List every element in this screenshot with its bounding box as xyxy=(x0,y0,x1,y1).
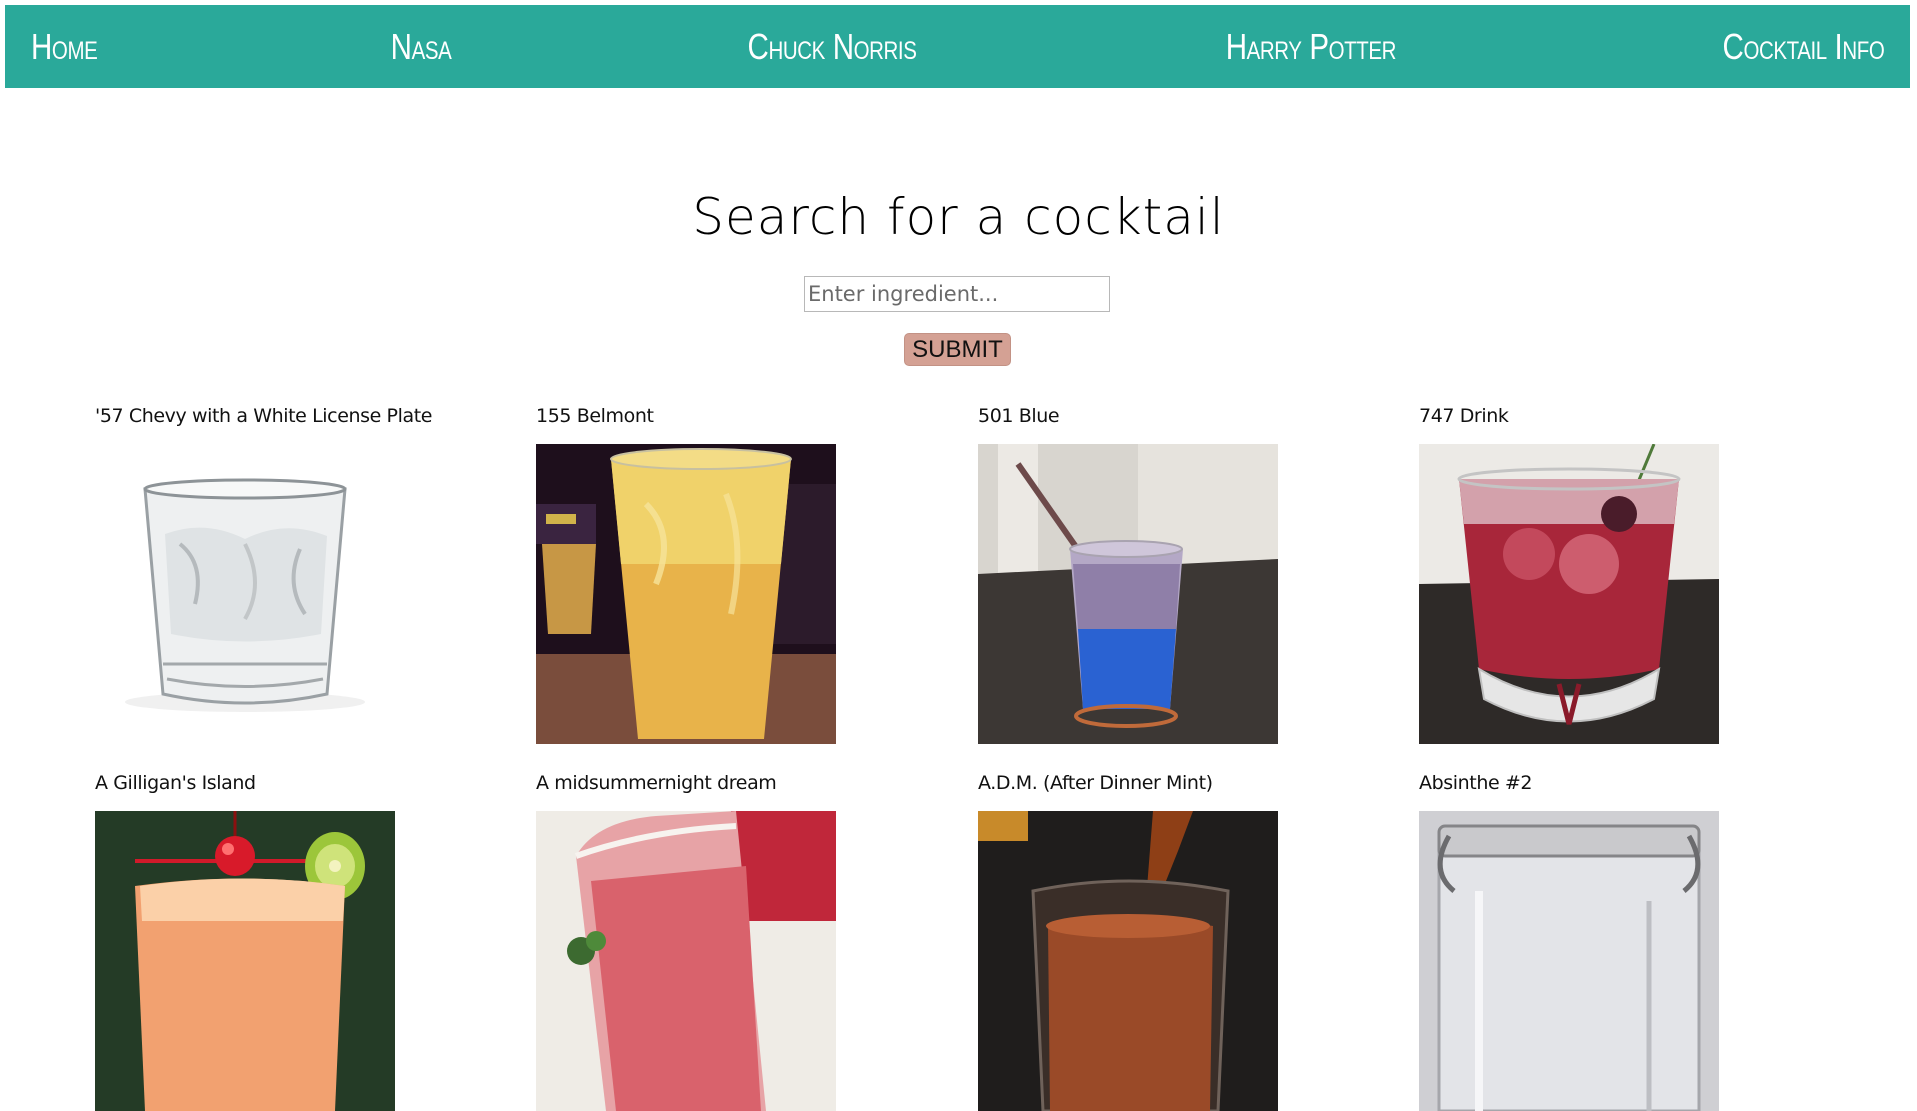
cocktail-card[interactable]: '57 Chevy with a White License Plate xyxy=(95,400,433,744)
nav-harry-potter-link[interactable]: Harry Potter xyxy=(1226,26,1397,68)
cocktail-card[interactable]: A.D.M. (After Dinner Mint) xyxy=(978,767,1278,1111)
cocktail-card[interactable]: 501 Blue xyxy=(978,400,1278,744)
blue-drink-image xyxy=(978,444,1278,744)
clear-glass-image xyxy=(95,444,395,744)
ingredient-search-input[interactable] xyxy=(804,276,1110,312)
cocktail-name: A Gilligan's Island xyxy=(95,772,256,794)
cocktail-name: '57 Chevy with a White License Plate xyxy=(95,405,433,427)
cocktail-card[interactable]: Absinthe #2 xyxy=(1419,767,1719,1111)
nav-nasa-link[interactable]: Nasa xyxy=(390,26,451,68)
cocktail-name: 155 Belmont xyxy=(536,405,654,427)
cocktail-name: A.D.M. (After Dinner Mint) xyxy=(978,772,1213,794)
cocktail-card[interactable]: 155 Belmont xyxy=(536,400,836,744)
cocktail-image[interactable] xyxy=(1419,444,1719,744)
cocktail-card[interactable]: A Gilligan's Island xyxy=(95,767,395,1111)
page-title: Search for a cocktail xyxy=(692,188,1225,246)
nav-cocktail-info-link[interactable]: Cocktail Info xyxy=(1722,26,1884,68)
cocktail-image[interactable] xyxy=(95,811,395,1111)
brown-drink-image xyxy=(978,811,1278,1111)
cocktail-card[interactable]: A midsummernight dream xyxy=(536,767,836,1111)
top-navbar: Home Nasa Chuck Norris Harry Potter Cock… xyxy=(5,5,1910,88)
cocktail-card[interactable]: 747 Drink xyxy=(1419,400,1719,744)
pink-drink-image xyxy=(536,811,836,1111)
nav-chuck-norris-link[interactable]: Chuck Norris xyxy=(748,26,917,68)
nav-home-link[interactable]: Home xyxy=(31,26,98,68)
cocktail-image[interactable] xyxy=(95,444,395,744)
red-drink-image xyxy=(1419,444,1719,744)
cocktail-image[interactable] xyxy=(978,444,1278,744)
cocktail-image[interactable] xyxy=(1419,811,1719,1111)
orange-drink-image xyxy=(95,811,395,1111)
cocktail-image[interactable] xyxy=(978,811,1278,1111)
cocktail-name: A midsummernight dream xyxy=(536,772,777,794)
submit-button[interactable]: SUBMIT xyxy=(904,333,1011,366)
cocktail-image[interactable] xyxy=(536,444,836,744)
cocktail-name: 501 Blue xyxy=(978,405,1060,427)
cocktail-name: 747 Drink xyxy=(1419,405,1509,427)
cocktail-name: Absinthe #2 xyxy=(1419,772,1533,794)
cocktail-image[interactable] xyxy=(536,811,836,1111)
tall-yellow-drink-image xyxy=(536,444,836,744)
glass-jar-image xyxy=(1419,811,1719,1111)
